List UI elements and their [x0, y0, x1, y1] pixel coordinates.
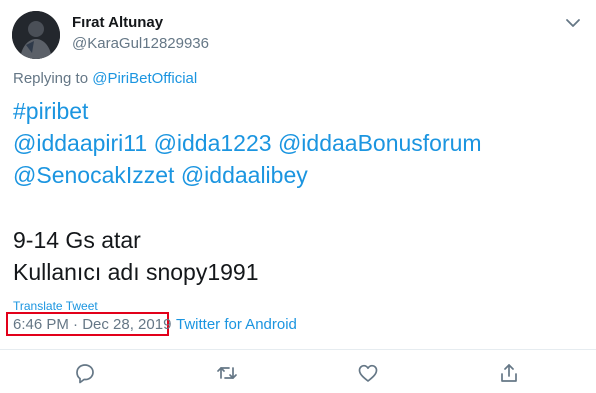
share-icon[interactable]: [497, 361, 521, 385]
replying-to: Replying to @PiriBetOfficial: [13, 70, 197, 87]
user-handle[interactable]: @KaraGul12829936: [72, 35, 209, 52]
retweet-icon[interactable]: [215, 361, 239, 385]
mention-link[interactable]: @iddaalibey: [181, 162, 308, 188]
avatar[interactable]: [12, 11, 60, 59]
mention-link[interactable]: @idda1223: [154, 130, 272, 156]
avatar-image: [12, 11, 60, 59]
mention-link[interactable]: @SenocakIzzet: [13, 162, 174, 188]
tweet-text-line: 9-14 Gs atar: [13, 227, 141, 253]
hashtag-link[interactable]: #piribet: [13, 98, 88, 124]
timestamp[interactable]: 6:46 PM · Dec 28, 2019: [13, 316, 171, 333]
tweet-meta: 6:46 PM · Dec 28, 2019 Twitter for Andro…: [13, 316, 297, 333]
mention-link[interactable]: @iddaapiri11: [13, 130, 147, 156]
display-name[interactable]: Fırat Altunay: [72, 14, 163, 31]
chevron-down-icon[interactable]: [562, 12, 584, 34]
translate-tweet-link[interactable]: Translate Tweet: [13, 299, 98, 313]
tweet-text: #piribet @iddaapiri11 @idda1223 @iddaaBo…: [13, 95, 583, 288]
divider: [0, 349, 596, 350]
source-link[interactable]: Twitter for Android: [176, 316, 297, 333]
tweet-text-line: Kullanıcı adı snopy1991: [13, 259, 259, 285]
mention-link[interactable]: @iddaaBonusforum: [278, 130, 482, 156]
replying-to-label: Replying to: [13, 70, 93, 87]
like-icon[interactable]: [356, 361, 380, 385]
reply-icon[interactable]: [73, 361, 97, 385]
replying-to-mention[interactable]: @PiriBetOfficial: [92, 70, 197, 87]
